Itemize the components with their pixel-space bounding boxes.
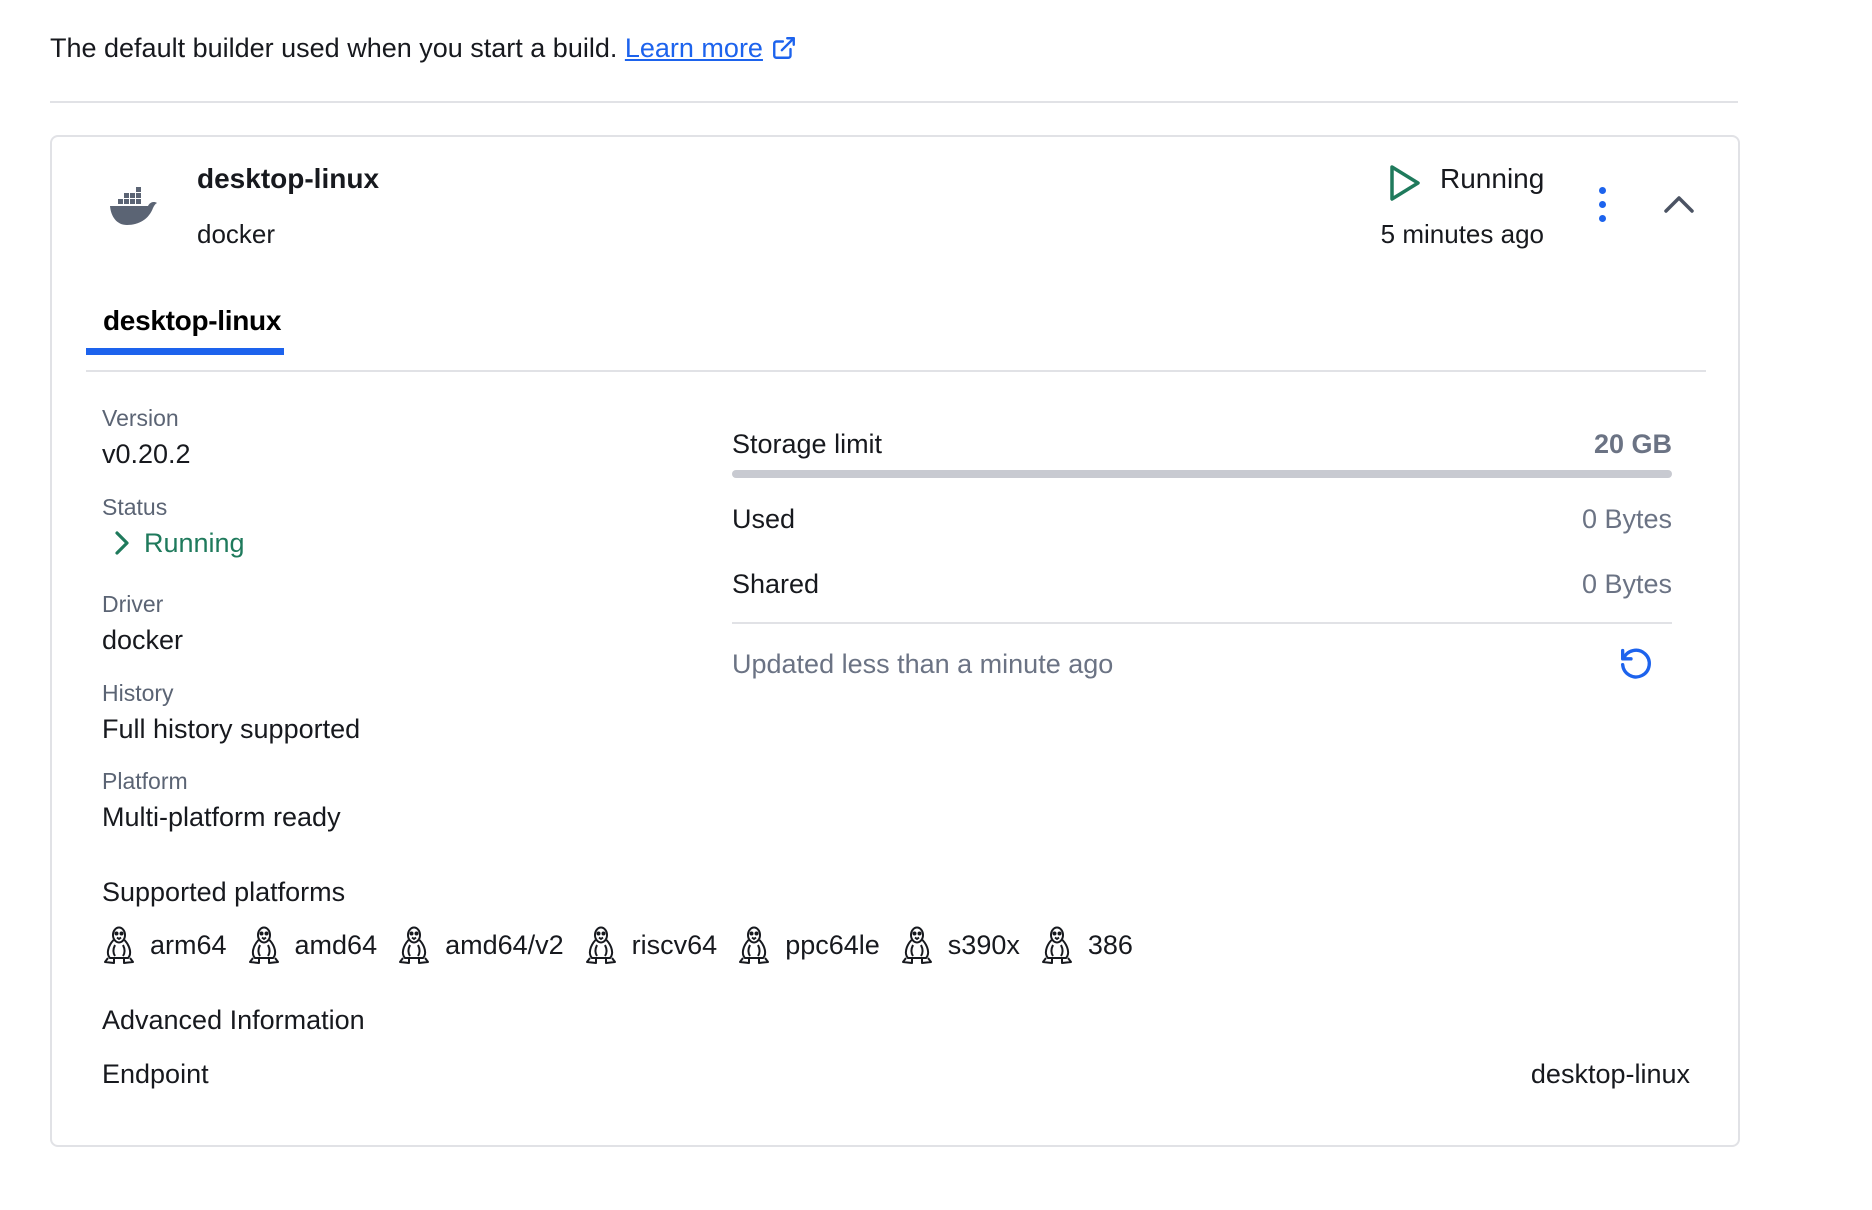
- platform-chip: arm64: [102, 925, 227, 965]
- tab-divider: [86, 370, 1706, 372]
- storage-limit-label: Storage limit: [732, 429, 883, 459]
- docker-whale-icon: [108, 185, 158, 232]
- builder-driver: docker: [197, 219, 276, 249]
- status-value: Running: [114, 528, 245, 559]
- linux-tux-icon: [247, 925, 295, 965]
- platform-chip-label: 386: [1087, 929, 1133, 960]
- refresh-icon[interactable]: [1616, 643, 1656, 688]
- shared-value: 0 Bytes: [1581, 569, 1672, 599]
- platform-chip: 386: [1040, 925, 1133, 965]
- history-label: History: [102, 680, 174, 706]
- driver-value: docker: [102, 625, 184, 655]
- supported-platforms-list: arm64 amd64 amd64/v2 riscv64 ppc64le s390x 386: [102, 925, 1153, 965]
- divider: [50, 101, 1738, 103]
- endpoint-label: Endpoint: [102, 1059, 209, 1089]
- builder-state-time: 5 minutes ago: [1380, 219, 1544, 249]
- linux-tux-icon: [397, 925, 445, 965]
- platform-chip: amd64: [247, 925, 378, 965]
- tab-label: desktop-linux: [103, 305, 282, 336]
- platform-chip-label: ppc64le: [785, 929, 880, 960]
- linux-tux-icon: [102, 925, 150, 965]
- status-label: Status: [102, 494, 168, 520]
- version-value: v0.20.2: [102, 439, 191, 469]
- learn-more-link[interactable]: Learn more: [625, 33, 763, 63]
- shared-label: Shared: [732, 569, 820, 599]
- platform-label: Platform: [102, 768, 188, 794]
- used-label: Used: [732, 504, 796, 534]
- history-value: Full history supported: [102, 714, 361, 744]
- advanced-info-title: Advanced Information: [102, 1005, 365, 1035]
- linux-tux-icon: [1040, 925, 1088, 965]
- builder-settings-page: The default builder used when you start …: [0, 0, 1872, 1210]
- storage-divider: [732, 622, 1672, 624]
- tab-desktop-linux[interactable]: desktop-linux: [86, 299, 284, 355]
- external-link-icon[interactable]: [771, 34, 797, 70]
- platform-chip: ppc64le: [737, 925, 880, 965]
- builder-state: Running: [1440, 163, 1545, 194]
- version-label: Version: [102, 405, 179, 431]
- platform-chip-label: amd64/v2: [445, 929, 564, 960]
- platform-chip: amd64/v2: [397, 925, 564, 965]
- platform-chip-label: riscv64: [631, 929, 718, 960]
- kebab-menu-icon[interactable]: [1590, 187, 1614, 231]
- platform-chip-label: arm64: [150, 929, 227, 960]
- builder-card: desktop-linux docker Running 5 minutes a…: [50, 135, 1740, 1147]
- platform-chip: riscv64: [584, 925, 718, 965]
- play-icon: [1388, 163, 1422, 208]
- platform-chip: s390x: [900, 925, 1020, 965]
- supported-platforms-title: Supported platforms: [102, 877, 346, 907]
- chevron-right-icon: [115, 531, 129, 555]
- active-tab-indicator: [86, 348, 284, 355]
- intro-text: The default builder used when you start …: [50, 30, 797, 70]
- platform-chip-label: s390x: [947, 929, 1020, 960]
- linux-tux-icon: [737, 925, 785, 965]
- intro-description: The default builder used when you start …: [50, 33, 618, 63]
- storage-usage-bar: [732, 470, 1672, 478]
- platform-chip-label: amd64: [294, 929, 378, 960]
- linux-tux-icon: [900, 925, 948, 965]
- platform-value: Multi-platform ready: [102, 802, 341, 832]
- linux-tux-icon: [584, 925, 632, 965]
- endpoint-value: desktop-linux: [1530, 1059, 1690, 1089]
- used-value: 0 Bytes: [1581, 504, 1672, 534]
- storage-updated-text: Updated less than a minute ago: [732, 649, 1114, 679]
- chevron-up-icon[interactable]: [1662, 193, 1696, 220]
- driver-label: Driver: [102, 591, 164, 617]
- status-text: Running: [144, 528, 245, 558]
- builder-name: desktop-linux: [197, 163, 380, 194]
- storage-limit-value: 20 GB: [1593, 429, 1672, 459]
